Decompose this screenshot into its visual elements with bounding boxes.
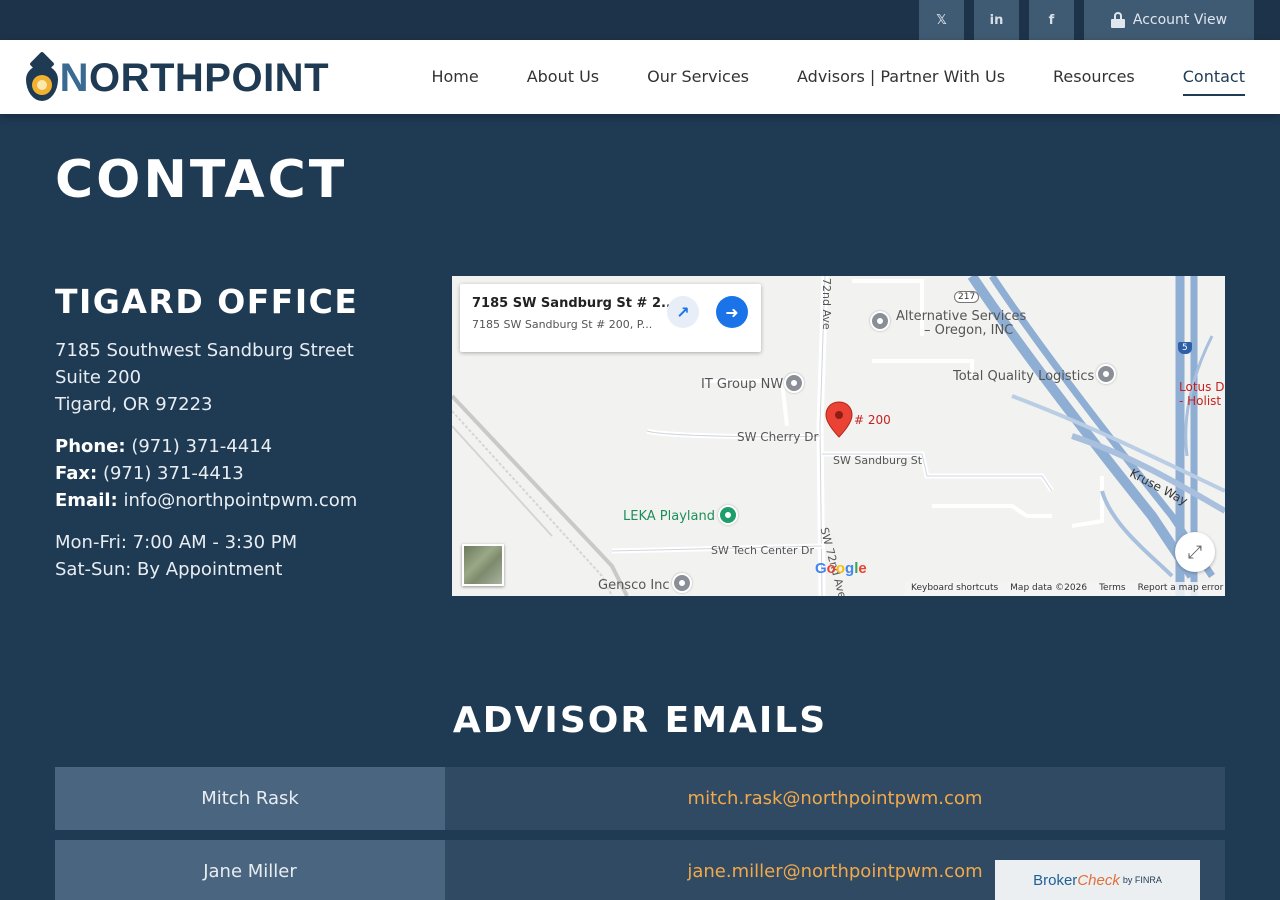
map-place-card: 7185 SW Sandburg St # 2... 7185 SW Sandb… xyxy=(460,284,761,352)
brokercheck-badge[interactable]: Broker Check by FINRA xyxy=(995,860,1200,900)
account-view-label: Account View xyxy=(1132,12,1228,28)
map-label-lotus: Lotus D xyxy=(1179,380,1225,394)
map-label-it-group: IT Group NW xyxy=(701,377,784,392)
address-line-1: 7185 Southwest Sandburg Street xyxy=(55,340,354,361)
droplet-logo-icon xyxy=(24,51,58,103)
x-twitter-icon[interactable]: 𝕏 xyxy=(919,0,964,40)
top-utility-bar: 𝕏 in f Account View xyxy=(0,0,1280,40)
advisor-name: Jane Miller xyxy=(55,840,445,900)
nav-item-about-us[interactable]: About Us xyxy=(527,59,599,96)
main-navigation: NORTHPOINT Home About Us Our Services Ad… xyxy=(0,40,1280,114)
map-label-alt-services: Alternative Services xyxy=(896,309,1027,324)
fullscreen-icon[interactable]: ⤢ xyxy=(1175,532,1215,572)
nav-item-advisors[interactable]: Advisors | Partner With Us xyxy=(797,59,1005,96)
google-map[interactable]: 7185 SW Sandburg St # 2... 7185 SW Sandb… xyxy=(452,276,1225,596)
report-map-error-link[interactable]: Report a map error xyxy=(1138,583,1224,595)
map-label-tech-center: SW Tech Center Dr xyxy=(711,544,815,557)
place-subtitle: 7185 SW Sandburg St # 200, P... xyxy=(472,318,653,331)
map-label-gensco: Gensco Inc xyxy=(598,578,670,593)
advisor-emails-heading: ADVISOR EMAILS xyxy=(452,700,828,741)
page-title: CONTACT xyxy=(55,150,348,210)
facebook-icon[interactable]: f xyxy=(1029,0,1074,40)
map-data-text: Map data ©2026 xyxy=(1010,583,1088,593)
address-line-2: Suite 200 xyxy=(55,367,142,388)
open-in-maps-icon[interactable]: ↗ xyxy=(667,296,699,328)
nav-item-resources[interactable]: Resources xyxy=(1053,59,1135,96)
satellite-toggle[interactable] xyxy=(462,544,504,586)
fax-line: Fax: (971) 371-4413 xyxy=(55,463,244,484)
hours-weekend: Sat-Sun: By Appointment xyxy=(55,559,283,580)
phone-line: Phone: (971) 371-4414 xyxy=(55,436,273,457)
keyboard-shortcuts-link[interactable]: Keyboard shortcuts xyxy=(911,583,998,595)
place-title: 7185 SW Sandburg St # 2... xyxy=(472,296,676,311)
map-label-leka: LEKA Playland xyxy=(623,509,715,524)
hours-weekday: Mon-Fri: 7:00 AM - 3:30 PM xyxy=(55,532,298,553)
poi-marker-icon[interactable] xyxy=(672,573,692,593)
map-attribution: Keyboard shortcuts Map data ©2026 Terms … xyxy=(905,582,1225,596)
map-label-sandburg-st: SW Sandburg St xyxy=(833,454,923,467)
poi-marker-icon[interactable] xyxy=(870,311,890,331)
map-label-total-quality: Total Quality Logistics xyxy=(953,369,1095,384)
map-label-72nd-ave: 72nd Ave xyxy=(820,278,833,330)
terms-link[interactable]: Terms xyxy=(1099,583,1126,595)
poi-marker-icon[interactable] xyxy=(784,373,804,393)
advisor-email-link[interactable]: mitch.rask@northpointpwm.com xyxy=(445,767,1225,830)
fax-value: (971) 371-4413 xyxy=(102,463,244,484)
office-heading: TIGARD OFFICE xyxy=(55,282,359,321)
nav-item-contact[interactable]: Contact xyxy=(1182,59,1245,96)
nav-item-home[interactable]: Home xyxy=(431,59,478,96)
northpoint-logo[interactable]: NORTHPOINT xyxy=(24,51,329,104)
account-view-button[interactable]: Account View xyxy=(1084,0,1254,40)
poi-marker-icon[interactable] xyxy=(718,505,738,525)
interstate-5-shield-icon: 5 xyxy=(1178,342,1192,354)
route-217-shield-icon: 217 xyxy=(954,291,980,303)
email-line: Email: info@northpointpwm.com xyxy=(55,490,358,511)
location-pin-icon[interactable] xyxy=(824,401,854,441)
lock-icon xyxy=(1110,12,1125,28)
map-label-alt-services-2: – Oregon, INC xyxy=(924,323,1014,338)
email-link[interactable]: info@northpointpwm.com xyxy=(123,490,357,511)
nav-item-our-services[interactable]: Our Services xyxy=(647,59,749,96)
map-label-lotus-2: - Holist xyxy=(1179,394,1222,408)
nav-menu: Home About Us Our Services Advisors | Pa… xyxy=(431,40,1245,114)
advisor-name: Mitch Rask xyxy=(55,767,445,830)
address-line-3: Tigard, OR 97223 xyxy=(55,394,213,415)
office-details: 7185 Southwest Sandburg Street Suite 200… xyxy=(55,337,357,583)
map-label-cherry-dr: SW Cherry Dr xyxy=(737,430,819,444)
poi-marker-icon[interactable] xyxy=(1096,364,1116,384)
google-logo: Google xyxy=(815,560,867,577)
phone-link[interactable]: (971) 371-4414 xyxy=(131,436,272,457)
logo-wordmark: NORTHPOINT xyxy=(59,55,329,100)
directions-icon[interactable]: ➜ xyxy=(716,296,748,328)
advisor-row: Mitch Rask mitch.rask@northpointpwm.com xyxy=(55,767,1225,830)
map-pin-label: # 200 xyxy=(854,413,891,427)
linkedin-icon[interactable]: in xyxy=(974,0,1019,40)
